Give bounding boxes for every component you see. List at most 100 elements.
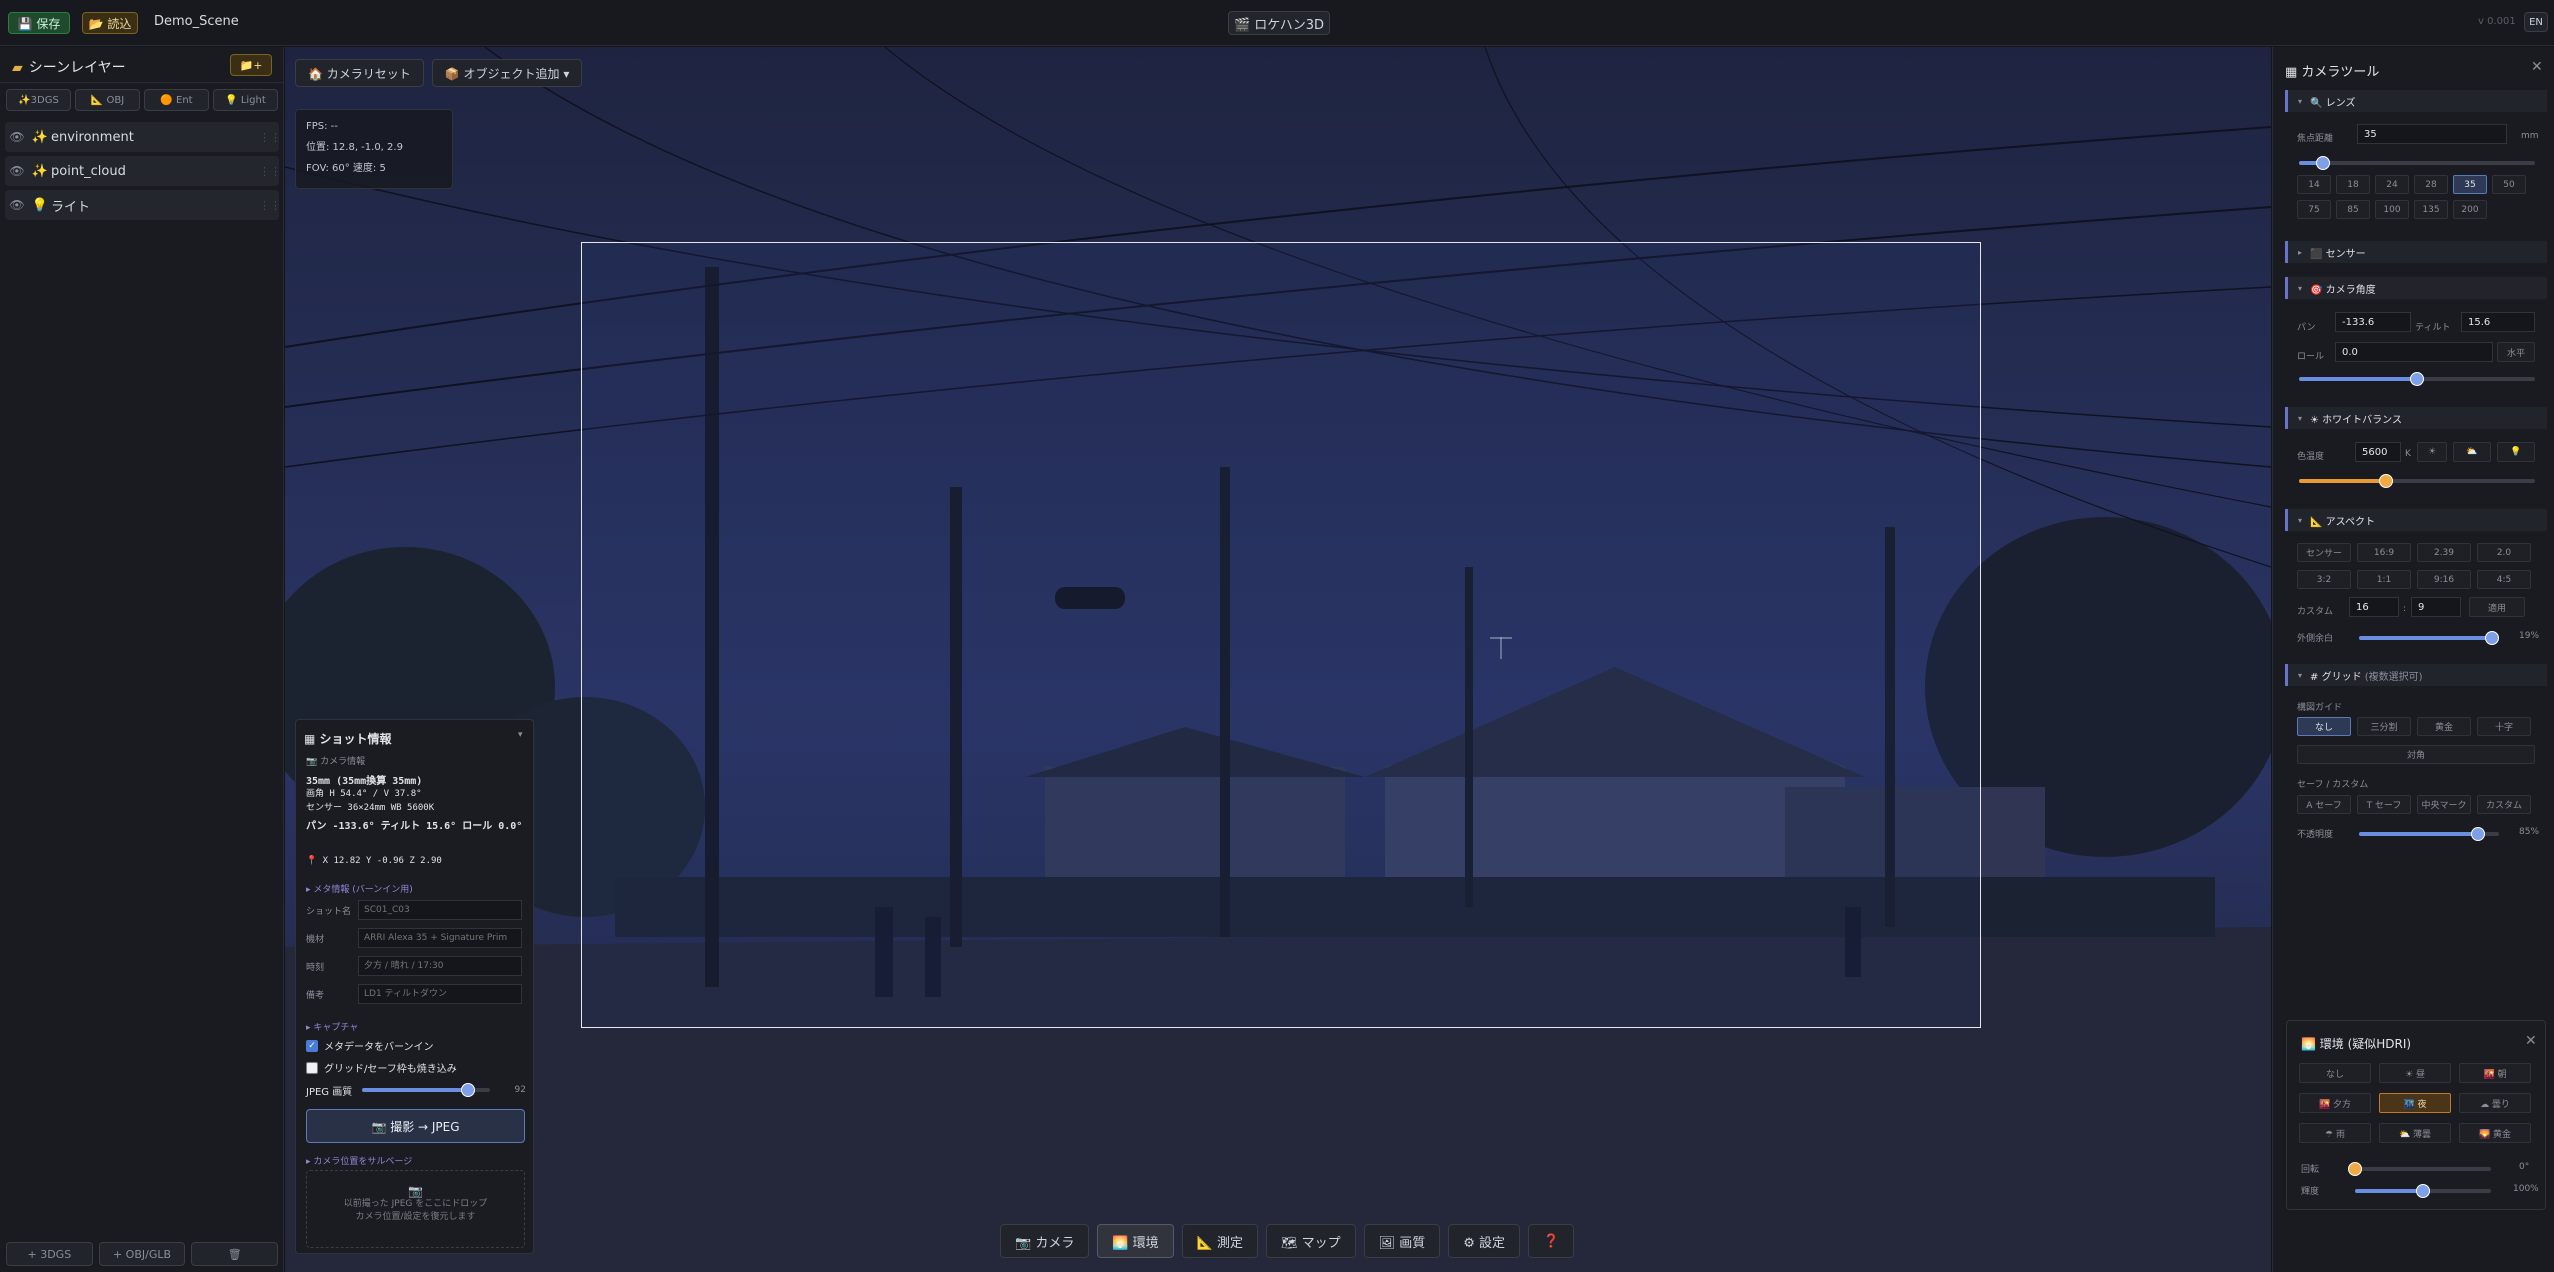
tab-quality[interactable]: 🖼 画質 bbox=[1363, 1224, 1441, 1258]
color-temp-slider[interactable] bbox=[2299, 474, 2535, 488]
capture-section-header[interactable]: ▸ キャプチャ bbox=[306, 1020, 358, 1033]
checkbox-checked-icon[interactable]: ✓ bbox=[306, 1039, 318, 1052]
env-preset[interactable]: 🌇 夕方 bbox=[2299, 1093, 2371, 1113]
grid-opacity-slider[interactable] bbox=[2359, 827, 2499, 841]
slider-knob[interactable] bbox=[2379, 474, 2394, 488]
tab-settings[interactable]: ⚙ 設定 bbox=[1448, 1224, 1521, 1258]
equipment-input[interactable] bbox=[358, 928, 522, 948]
salvage-section-header[interactable]: ▸ カメラ位置をサルベージ bbox=[306, 1154, 412, 1167]
aspect-option[interactable]: 16:9 bbox=[2357, 543, 2411, 562]
save-button[interactable]: 💾 保存 bbox=[8, 12, 70, 34]
env-preset[interactable]: ☁ 曇り bbox=[2459, 1093, 2531, 1113]
slider-knob[interactable] bbox=[2348, 1162, 2362, 1176]
add-obj-button[interactable]: + OBJ/GLB bbox=[98, 1242, 186, 1266]
safe-option[interactable]: T セーフ bbox=[2357, 795, 2411, 814]
lens-preset-75[interactable]: 75 bbox=[2297, 200, 2331, 219]
aspect-section-header[interactable]: ▾ 📐 アスペクト bbox=[2285, 509, 2547, 531]
env-preset[interactable]: 🌃 夜 bbox=[2379, 1093, 2451, 1113]
sun-icon[interactable]: ☀ bbox=[2417, 442, 2447, 462]
roll-input[interactable]: 0.0 bbox=[2335, 342, 2493, 362]
load-button[interactable]: 📂 読込 bbox=[82, 12, 138, 34]
safe-option[interactable]: A セーフ bbox=[2297, 795, 2351, 814]
slider-knob[interactable] bbox=[2315, 156, 2330, 170]
eye-icon[interactable]: 👁 bbox=[5, 164, 29, 178]
lens-preset-14[interactable]: 14 bbox=[2297, 175, 2331, 194]
focal-length-input[interactable]: 35 bbox=[2357, 124, 2507, 144]
outer-margin-slider[interactable] bbox=[2359, 631, 2499, 645]
guide-diagonal[interactable]: 対角 bbox=[2297, 745, 2535, 764]
color-temp-input[interactable]: 5600 bbox=[2355, 442, 2401, 462]
language-toggle[interactable]: EN bbox=[2524, 12, 2548, 32]
drag-handle-icon[interactable]: ⋮⋮ bbox=[259, 199, 281, 212]
slider-knob[interactable] bbox=[460, 1083, 475, 1097]
camera-reset-button[interactable]: 🏠 カメラリセット bbox=[295, 59, 424, 87]
trash-button[interactable]: 🗑 bbox=[191, 1242, 279, 1266]
tab-map[interactable]: 🗺 マップ bbox=[1265, 1224, 1356, 1258]
grid-burn-checkbox[interactable]: グリッド/セーフ枠も焼き込み bbox=[306, 1060, 457, 1075]
aspect-option[interactable]: 9:16 bbox=[2417, 570, 2471, 589]
safe-option[interactable]: カスタム bbox=[2477, 795, 2531, 814]
eye-icon[interactable]: 👁 bbox=[5, 198, 29, 212]
checkbox-unchecked-icon[interactable] bbox=[306, 1061, 318, 1074]
env-preset[interactable]: なし bbox=[2299, 1063, 2371, 1083]
lens-preset-50[interactable]: 50 bbox=[2492, 175, 2526, 194]
burnin-checkbox[interactable]: ✓ メタデータをバーンイン bbox=[306, 1038, 434, 1053]
lens-preset-28[interactable]: 28 bbox=[2414, 175, 2448, 194]
shot-name-input[interactable] bbox=[358, 900, 522, 920]
aspect-option[interactable]: 3:2 bbox=[2297, 570, 2351, 589]
tab-environment[interactable]: 🌅 環境 bbox=[1097, 1224, 1174, 1258]
camera-angle-section-header[interactable]: ▾ 🎯 カメラ角度 bbox=[2285, 277, 2547, 299]
collapse-icon[interactable]: ▾ bbox=[518, 730, 523, 740]
sensor-section-header[interactable]: ▸ ⬛ センサー bbox=[2285, 241, 2547, 263]
jpeg-drop-zone[interactable]: 📷 以前撮った JPEG をここにドロップ カメラ位置/設定を復元します bbox=[306, 1170, 525, 1248]
cloud-sun-icon[interactable]: ⛅ bbox=[2453, 442, 2491, 462]
aspect-option[interactable]: 2.39 bbox=[2417, 543, 2471, 562]
add-3dgs-button[interactable]: + 3DGS bbox=[6, 1242, 93, 1266]
3d-viewport[interactable]: 🏠 カメラリセット 📦 オブジェクト追加 ▾ FPS: -- 位置: 12.8,… bbox=[285, 47, 2271, 1272]
layer-item[interactable]: 👁 ✨ environment ⋮⋮ bbox=[5, 122, 281, 152]
guide-option[interactable]: なし bbox=[2297, 717, 2351, 736]
lens-preset-200[interactable]: 200 bbox=[2453, 200, 2487, 219]
aspect-option[interactable]: 2.0 bbox=[2477, 543, 2531, 562]
guide-option[interactable]: 黄金 bbox=[2417, 717, 2471, 736]
meta-section-header[interactable]: ▸ メタ情報 (バーンイン用) bbox=[306, 882, 413, 895]
eye-icon[interactable]: 👁 bbox=[5, 130, 29, 144]
lens-preset-135[interactable]: 135 bbox=[2414, 200, 2448, 219]
add-object-button[interactable]: 📦 オブジェクト追加 ▾ bbox=[431, 59, 583, 87]
filter-obj[interactable]: 📐 OBJ bbox=[75, 89, 140, 111]
rotation-slider[interactable] bbox=[2348, 1162, 2491, 1176]
notes-input[interactable] bbox=[358, 984, 522, 1004]
env-preset[interactable]: ☂ 雨 bbox=[2299, 1123, 2371, 1143]
aspect-option[interactable]: 1:1 bbox=[2357, 570, 2411, 589]
level-button[interactable]: 水平 bbox=[2497, 342, 2535, 362]
layer-item[interactable]: 👁 💡 ライト ⋮⋮ bbox=[5, 190, 281, 220]
slider-knob[interactable] bbox=[2410, 372, 2424, 386]
roll-slider[interactable] bbox=[2299, 372, 2535, 386]
lens-preset-35[interactable]: 35 bbox=[2453, 175, 2487, 194]
focal-length-slider[interactable] bbox=[2299, 156, 2535, 170]
custom-aspect-height[interactable]: 9 bbox=[2411, 597, 2461, 617]
drag-handle-icon[interactable]: ⋮⋮ bbox=[259, 131, 281, 144]
close-icon[interactable]: ✕ bbox=[2525, 1033, 2537, 1049]
grid-section-header[interactable]: ▾ # グリッド (複数選択可) bbox=[2285, 664, 2547, 686]
filter-3dgs[interactable]: ✨3DGS bbox=[6, 89, 71, 111]
tilt-input[interactable]: 15.6 bbox=[2461, 312, 2535, 332]
brightness-slider[interactable] bbox=[2355, 1184, 2491, 1198]
tab-measure[interactable]: 📐 測定 bbox=[1181, 1224, 1258, 1258]
aspect-option[interactable]: 4:5 bbox=[2477, 570, 2531, 589]
lens-preset-18[interactable]: 18 bbox=[2336, 175, 2370, 194]
filter-ent[interactable]: 🟠 Ent bbox=[144, 89, 209, 111]
drag-handle-icon[interactable]: ⋮⋮ bbox=[259, 165, 281, 178]
guide-option[interactable]: 三分割 bbox=[2357, 717, 2411, 736]
jpeg-quality-slider[interactable] bbox=[362, 1083, 490, 1097]
slider-knob[interactable] bbox=[2471, 827, 2485, 841]
filter-light[interactable]: 💡 Light bbox=[213, 89, 278, 111]
custom-aspect-width[interactable]: 16 bbox=[2349, 597, 2399, 617]
time-input[interactable] bbox=[358, 956, 522, 976]
lens-preset-100[interactable]: 100 bbox=[2375, 200, 2409, 219]
layer-item[interactable]: 👁 ✨ point_cloud ⋮⋮ bbox=[5, 156, 281, 186]
lens-preset-85[interactable]: 85 bbox=[2336, 200, 2370, 219]
aspect-option[interactable]: センサー bbox=[2297, 543, 2351, 562]
env-preset[interactable]: ☀ 昼 bbox=[2379, 1063, 2451, 1083]
guide-option[interactable]: 十字 bbox=[2477, 717, 2531, 736]
